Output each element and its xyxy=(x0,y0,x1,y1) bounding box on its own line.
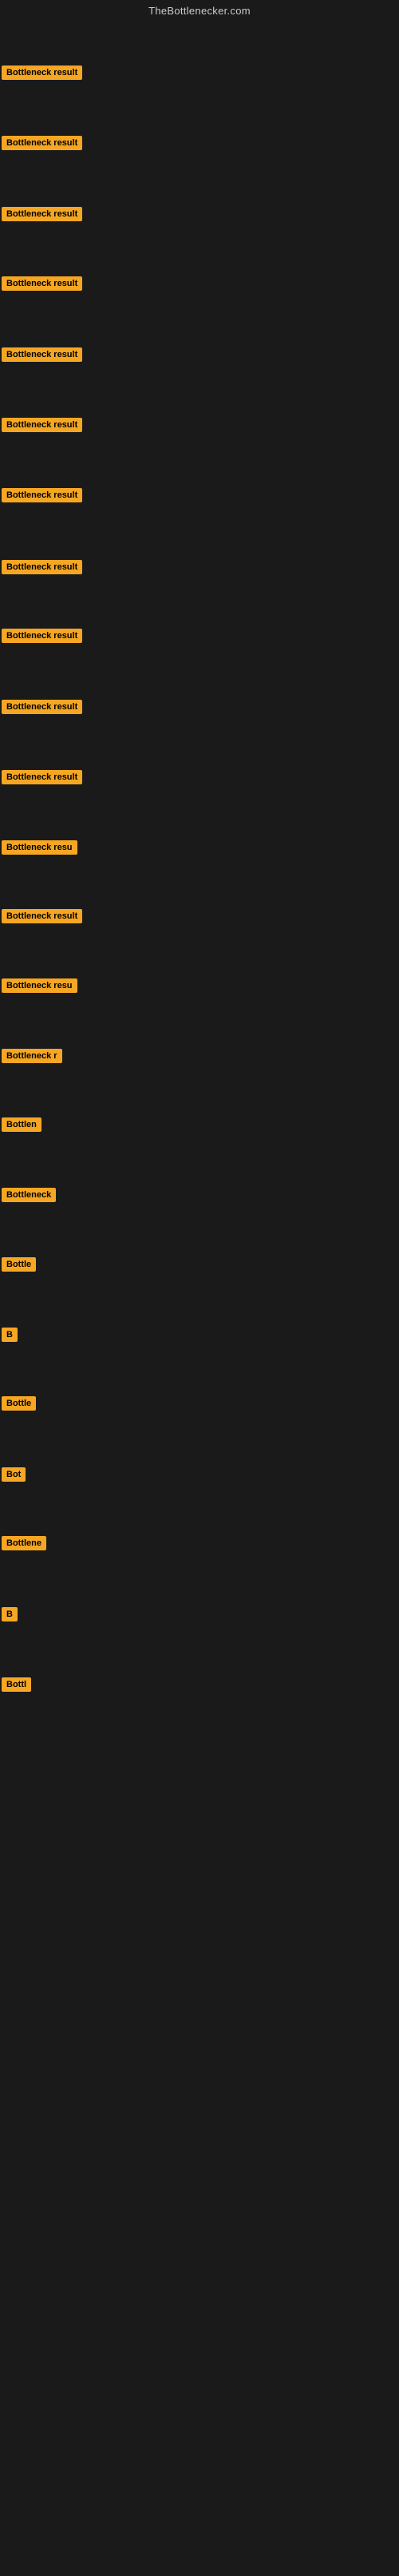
bottleneck-badge-9: Bottleneck result xyxy=(2,629,82,643)
bottleneck-badge-15: Bottleneck r xyxy=(2,1049,62,1063)
bottleneck-badge-19: B xyxy=(2,1328,18,1342)
bottleneck-badge-11: Bottleneck result xyxy=(2,770,82,784)
bottleneck-badge-20: Bottle xyxy=(2,1396,36,1411)
bottleneck-badge-4: Bottleneck result xyxy=(2,276,82,291)
badges-container: Bottleneck result Bottleneck result Bottle… xyxy=(0,20,399,2576)
bottleneck-badge-21: Bot xyxy=(2,1467,26,1482)
bottleneck-badge-24: Bottl xyxy=(2,1677,31,1692)
bottleneck-badge-2: Bottleneck result xyxy=(2,136,82,150)
bottleneck-badge-23: B xyxy=(2,1607,18,1621)
bottleneck-badge-14: Bottleneck resu xyxy=(2,978,77,993)
site-title: TheBottlenecker.com xyxy=(0,0,399,20)
bottleneck-badge-22: Bottlene xyxy=(2,1536,46,1550)
bottleneck-badge-10: Bottleneck result xyxy=(2,700,82,714)
bottleneck-badge-5: Bottleneck result xyxy=(2,347,82,362)
bottleneck-badge-1: Bottleneck result xyxy=(2,65,82,80)
bottleneck-badge-6: Bottleneck result xyxy=(2,418,82,432)
bottleneck-badge-3: Bottleneck result xyxy=(2,207,82,221)
bottleneck-badge-12: Bottleneck resu xyxy=(2,840,77,855)
bottleneck-badge-18: Bottle xyxy=(2,1257,36,1272)
bottleneck-badge-13: Bottleneck result xyxy=(2,909,82,923)
bottleneck-badge-16: Bottlen xyxy=(2,1117,41,1132)
bottleneck-badge-17: Bottleneck xyxy=(2,1188,56,1202)
bottleneck-badge-8: Bottleneck result xyxy=(2,560,82,574)
bottleneck-badge-7: Bottleneck result xyxy=(2,488,82,502)
